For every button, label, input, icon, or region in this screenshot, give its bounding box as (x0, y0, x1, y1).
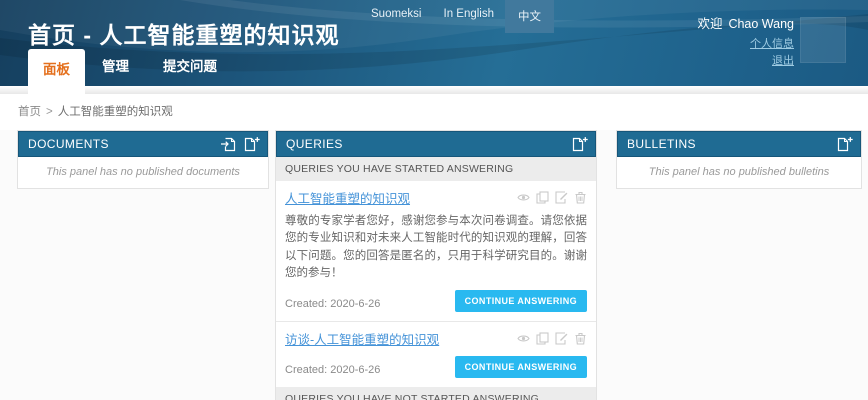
add-document-icon[interactable] (837, 137, 853, 152)
breadcrumb-current: 人工智能重塑的知识观 (58, 106, 173, 118)
bulletins-panel: BULLETINS This panel has no published bu… (616, 130, 862, 189)
add-document-icon[interactable] (244, 137, 260, 152)
copy-icon[interactable] (536, 191, 549, 204)
tab-manage[interactable]: 管理 (85, 46, 146, 86)
queries-panel-title: QUERIES (286, 137, 343, 151)
delete-icon[interactable] (574, 332, 587, 345)
continue-answering-button[interactable]: CONTINUE ANSWERING (455, 356, 587, 378)
query-item: 人工智能重塑的知识观 尊敬的专家学者您好，感谢您参与本次问卷调查。请您依据您的专… (276, 181, 596, 321)
language-chinese[interactable]: 中文 (505, 0, 554, 33)
view-icon[interactable] (517, 332, 530, 345)
add-document-icon[interactable] (572, 137, 588, 152)
welcome-label: 欢迎 (697, 17, 722, 31)
documents-panel-title: DOCUMENTS (28, 137, 109, 151)
query-created-date: Created: 2020-6-26 (285, 364, 380, 378)
bulletins-panel-header: BULLETINS (617, 131, 861, 157)
copy-icon[interactable] (536, 332, 549, 345)
bulletins-panel-title: BULLETINS (627, 137, 696, 151)
user-block: 欢迎 Chao Wang 个人信息 退出 (697, 13, 794, 70)
logout-link[interactable]: 退出 (697, 53, 794, 70)
query-link[interactable]: 访谈-人工智能重塑的知识观 (285, 329, 439, 348)
page-title: 首页 - 人工智能重塑的知识观 (28, 16, 339, 50)
welcome-line: 欢迎 Chao Wang (697, 13, 794, 32)
continue-answering-button[interactable]: CONTINUE ANSWERING (455, 290, 587, 312)
query-created-date: Created: 2020-6-26 (285, 298, 380, 312)
import-document-icon[interactable] (221, 137, 237, 152)
queries-panel-header: QUERIES (276, 131, 596, 157)
language-suomeksi[interactable]: Suomeksi (360, 0, 433, 26)
documents-panel: DOCUMENTS This panel has no published do… (17, 130, 269, 189)
query-link[interactable]: 人工智能重塑的知识观 (285, 188, 410, 207)
bulletins-empty-message: This panel has no published bulletins (617, 157, 861, 188)
queries-panel: QUERIES QUERIES YOU HAVE STARTED ANSWERI… (275, 130, 597, 400)
tab-panel[interactable]: 面板 (28, 49, 85, 94)
view-icon[interactable] (517, 191, 530, 204)
query-item: 访谈-人工智能重塑的知识观 Created: 2020-6-26 CONTINU… (276, 321, 596, 387)
documents-empty-message: This panel has no published documents (18, 157, 268, 188)
language-english[interactable]: In English (433, 0, 506, 26)
edit-icon[interactable] (555, 332, 568, 345)
avatar[interactable] (800, 17, 846, 63)
query-description: 尊敬的专家学者您好，感谢您参与本次问卷调查。请您依据您的专业知识和对未来人工智能… (285, 213, 587, 282)
main-content: DOCUMENTS This panel has no published do… (0, 130, 868, 400)
profile-link[interactable]: 个人信息 (697, 36, 794, 53)
queries-section-started: QUERIES YOU HAVE STARTED ANSWERING (276, 157, 596, 181)
breadcrumb: 首页 > 人工智能重塑的知识观 (0, 94, 868, 130)
breadcrumb-separator: > (46, 106, 53, 118)
delete-icon[interactable] (574, 191, 587, 204)
edit-icon[interactable] (555, 191, 568, 204)
tab-bar: 面板 管理 提交问题 (28, 46, 234, 86)
header-shadow (0, 86, 868, 94)
queries-section-not-started: QUERIES YOU HAVE NOT STARTED ANSWERING (276, 387, 596, 400)
tab-submit-question[interactable]: 提交问题 (146, 46, 234, 86)
user-name: Chao Wang (728, 17, 794, 31)
app-header: 首页 - 人工智能重塑的知识观 Suomeksi In English 中文 欢… (0, 0, 868, 86)
breadcrumb-home-link[interactable]: 首页 (18, 106, 41, 118)
language-switcher: Suomeksi In English 中文 (360, 0, 554, 33)
documents-panel-header: DOCUMENTS (18, 131, 268, 157)
